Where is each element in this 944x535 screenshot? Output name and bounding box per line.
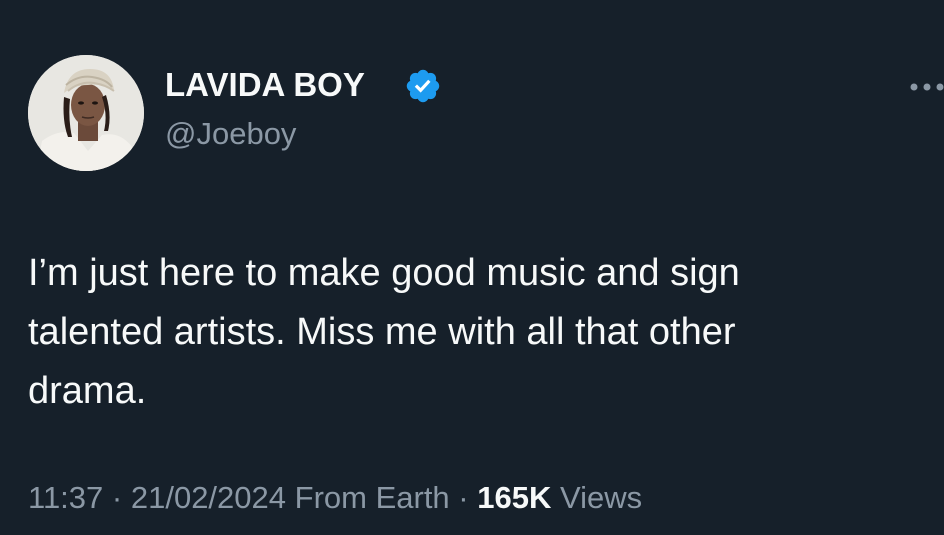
avatar-image bbox=[28, 55, 144, 171]
separator: · bbox=[458, 480, 469, 515]
handle[interactable]: @Joeboy bbox=[165, 116, 296, 152]
tweet-text: I’m just here to make good music and sig… bbox=[28, 252, 740, 412]
more-options-icon[interactable] bbox=[906, 72, 944, 102]
verified-badge-icon bbox=[406, 69, 440, 103]
views-count[interactable]: 165K bbox=[477, 480, 551, 515]
avatar[interactable] bbox=[28, 55, 144, 171]
tweet-date[interactable]: 21/02/2024 bbox=[131, 480, 286, 515]
display-name[interactable]: LAVIDA BOY bbox=[165, 66, 365, 104]
tweet-time[interactable]: 11:37 bbox=[28, 480, 103, 515]
tweet-card: LAVIDA BOY @Joeboy I’m just here to make… bbox=[0, 0, 944, 535]
tweet-source: From Earth bbox=[294, 480, 450, 515]
separator: · bbox=[111, 480, 123, 515]
tweet-meta: 11:37 · 21/02/2024 From Earth · 165K Vie… bbox=[28, 480, 642, 516]
views-label: Views bbox=[559, 480, 643, 515]
